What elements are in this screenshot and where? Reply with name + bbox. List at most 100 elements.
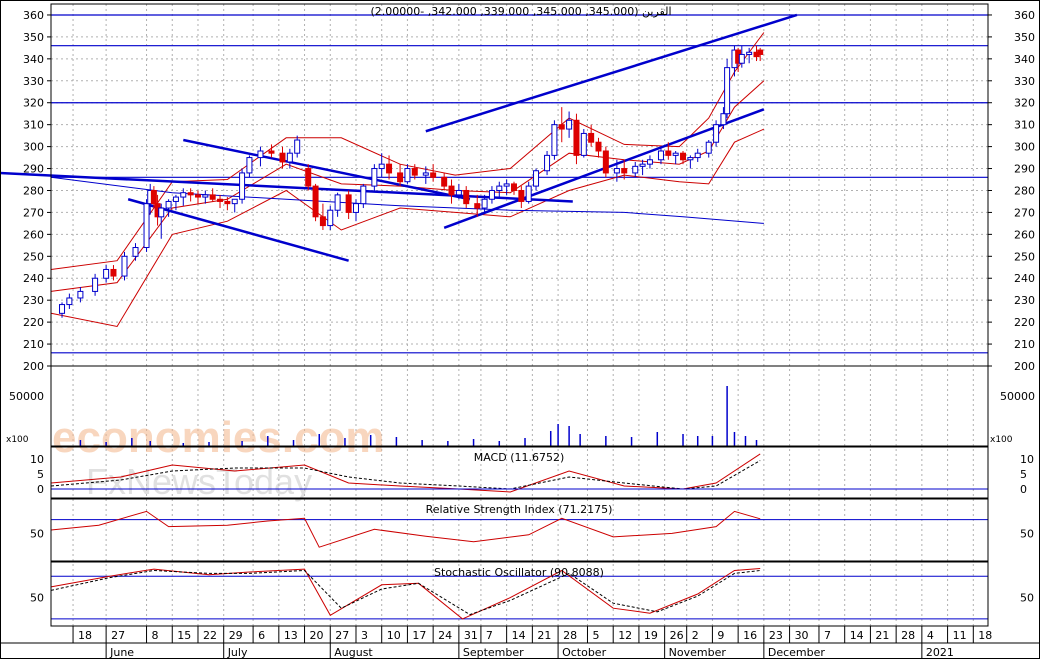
rsi-main-line [50,510,761,548]
candle-body [59,304,66,314]
candle-body [720,113,727,126]
candle-body [305,168,312,187]
candle-body [150,189,157,205]
price-tick-left: 270 [23,206,44,219]
candle-body [180,192,187,198]
candle-body [411,168,418,176]
macd-tick-left: 5 [37,468,44,481]
price-tick-right: 240 [1014,272,1035,285]
candle-body [92,277,99,292]
x-month-label: September [463,646,524,659]
candle-body [165,200,172,209]
candle-body [632,165,639,174]
price-tick-right: 330 [1014,75,1035,88]
candle-body [713,124,720,143]
price-tick-right: 260 [1014,228,1035,241]
macd-tick-right: 10 [1020,453,1034,466]
price-tick-left: 240 [23,272,44,285]
candle-body [209,194,216,200]
x-day-label: 11 [953,629,967,642]
candle-body [397,172,404,183]
candle-body [294,139,301,154]
x-day-label: 6 [258,629,265,642]
x-day-label: 8 [152,629,159,642]
price-tick-right: 250 [1014,250,1035,263]
stochastic-tick-left: 50 [30,592,44,605]
x-day-label: 30 [795,629,809,642]
candle-body [573,119,580,156]
candle-body [455,189,462,196]
candle-body [66,297,73,306]
x-day-label: 28 [901,629,915,642]
chart-canvas: economies.com FxNewsToday القرين (345.00… [0,0,1040,659]
price-tick-left: 260 [23,228,44,241]
candle-body [143,203,150,249]
candle-body [580,132,587,156]
candle-body [378,163,385,170]
x-month-label: August [334,646,373,659]
price-panel-frame [50,3,989,367]
x-day-label: 24 [438,629,452,642]
candle-body [621,168,628,174]
candle-body [503,183,510,187]
x-day-label: 28 [563,629,577,642]
trend-line [425,13,798,133]
x-day-label: 20 [310,629,324,642]
candle-body [463,189,470,205]
candle-body [672,152,679,156]
candle-body [121,255,128,277]
candle-body [202,194,209,198]
candle-body [496,185,503,191]
macd-panel-title: MACD (11.6752) [474,451,565,464]
candle-body [319,216,326,227]
technical-chart: economies.com FxNewsToday القرين (345.00… [0,0,1040,659]
x-day-label: 12 [618,629,632,642]
macd-tick-right: 0 [1020,483,1027,496]
price-tick-right: 230 [1014,294,1035,307]
x-day-label: 18 [78,629,92,642]
candle-body [327,209,334,227]
price-tick-left: 290 [23,163,44,176]
x-day-label: 7 [486,629,493,642]
x-day-label: 22 [203,629,217,642]
x-month-label: July [227,646,248,659]
candle-body [172,196,179,202]
candle-body [441,176,448,187]
candle-body [224,200,231,205]
candle-body [187,192,194,196]
x-day-label: 14 [512,629,526,642]
price-tick-left: 340 [23,53,44,66]
candle-body [646,159,653,165]
price-tick-left: 310 [23,119,44,132]
grid-layer [51,4,988,626]
candle-body [430,172,437,178]
candle-body [566,119,573,130]
candle-body [518,189,525,202]
x-day-label: 4 [927,629,934,642]
x-day-label: 16 [743,629,757,642]
price-tick-right: 320 [1014,97,1035,110]
candle-body [110,268,117,277]
candle-body [613,168,620,174]
x-day-label: 17 [412,629,426,642]
candle-body [404,168,411,183]
candle-body [488,189,495,200]
price-tick-left: 250 [23,250,44,263]
frame-layer [0,0,1040,659]
x-day-label: 27 [335,629,349,642]
x-day-label: 2 [692,629,699,642]
watermark-economies: economies.com [52,413,385,462]
volume-tick-left: 50000 [9,390,44,403]
volume-unit-left: x100 [6,435,29,445]
price-tick-left: 200 [23,360,44,373]
candle-body [544,154,551,172]
macd-tick-left: 0 [37,483,44,496]
volume-unit-right: x100 [990,435,1013,445]
x-day-label: 19 [644,629,658,642]
candle-body [533,170,540,187]
candle-body [680,152,687,161]
candle-body [588,132,595,143]
price-tick-right: 290 [1014,163,1035,176]
candle-body [257,150,264,159]
x-day-label: 26 [670,629,684,642]
